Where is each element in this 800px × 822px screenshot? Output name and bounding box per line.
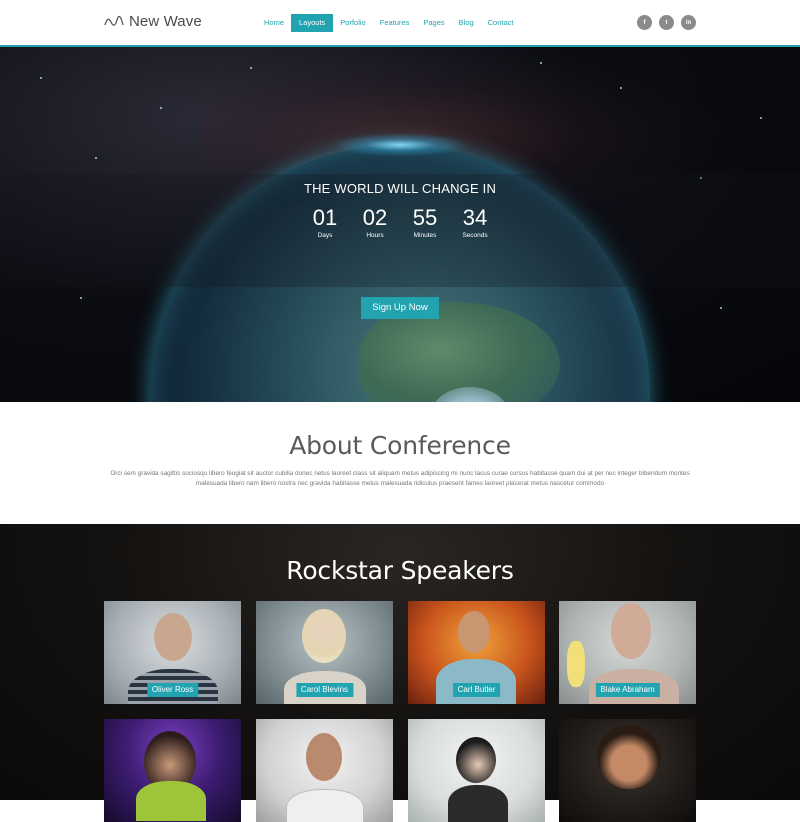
countdown-value: 34 — [462, 205, 488, 230]
countdown-value: 01 — [312, 205, 338, 230]
speaker-body — [286, 789, 364, 822]
countdown-title: THE WORLD WILL CHANGE IN — [303, 181, 497, 196]
nav-pages[interactable]: Pages — [416, 14, 451, 32]
speaker-card[interactable]: Oliver Ross — [104, 601, 241, 704]
star — [620, 87, 622, 89]
speaker-name: Carol Blevins — [295, 683, 354, 697]
speaker-head — [458, 611, 490, 653]
sign-up-button[interactable]: Sign Up Now — [361, 297, 439, 319]
countdown-value: 02 — [362, 205, 388, 230]
speakers-section: Rockstar Speakers Oliver Ross Carol Blev… — [0, 524, 800, 822]
speaker-card[interactable] — [256, 719, 393, 822]
logo-text: New Wave — [129, 13, 202, 30]
hero-section: THE WORLD WILL CHANGE IN 01 Days 02 Hour… — [0, 47, 800, 402]
about-section: About Conference Orci sem gravida sagitt… — [0, 402, 800, 524]
speaker-card[interactable] — [104, 719, 241, 822]
site-header: New Wave Home Layouts Porfolio Features … — [0, 0, 800, 47]
speaker-card[interactable]: Carol Blevins — [256, 601, 393, 704]
nav-blog[interactable]: Blog — [452, 14, 481, 32]
countdown-minutes: 55 Minutes — [400, 205, 450, 240]
main-nav: Home Layouts Porfolio Features Pages Blo… — [257, 14, 521, 32]
star — [760, 117, 762, 119]
linkedin-icon[interactable]: in — [681, 15, 696, 30]
nav-home[interactable]: Home — [257, 14, 291, 32]
speaker-head — [597, 725, 661, 789]
star — [160, 107, 162, 109]
speaker-name: Oliver Ross — [146, 683, 199, 697]
countdown-label: Days — [317, 232, 333, 239]
star — [250, 67, 252, 69]
star — [95, 157, 97, 159]
banana-prop — [567, 641, 585, 687]
facebook-icon[interactable]: f — [637, 15, 652, 30]
nav-layouts[interactable]: Layouts — [291, 14, 334, 32]
speaker-body — [448, 785, 508, 822]
speaker-name: Blake Abraham — [595, 683, 660, 697]
nav-portfolio[interactable]: Porfolio — [333, 14, 372, 32]
site-logo[interactable]: New Wave — [104, 13, 202, 30]
speaker-card[interactable]: Carl Butler — [408, 601, 545, 704]
nav-contact[interactable]: Contact — [481, 14, 521, 32]
speaker-card[interactable] — [408, 719, 545, 822]
about-title: About Conference — [289, 431, 511, 460]
speaker-card[interactable] — [559, 719, 696, 822]
social-links: f t in — [637, 15, 696, 30]
speaker-head — [306, 733, 342, 781]
wave-logo-icon — [104, 15, 124, 26]
speaker-name: Carl Butler — [452, 683, 501, 697]
star — [720, 307, 722, 309]
nav-features[interactable]: Features — [373, 14, 417, 32]
speaker-card[interactable]: Blake Abraham — [559, 601, 696, 704]
countdown-label: Minutes — [413, 232, 437, 239]
countdown-label: Hours — [366, 232, 384, 239]
speaker-head — [611, 603, 651, 659]
countdown-seconds: 34 Seconds — [450, 205, 500, 240]
star — [80, 297, 82, 299]
countdown-hours: 02 Hours — [350, 205, 400, 240]
speaker-body — [436, 659, 516, 704]
countdown-days: 01 Days — [300, 205, 350, 240]
speaker-head — [456, 737, 496, 783]
countdown: 01 Days 02 Hours 55 Minutes 34 Seconds — [300, 205, 500, 240]
countdown-label: Seconds — [462, 232, 488, 239]
speaker-body — [136, 781, 206, 821]
countdown-value: 55 — [412, 205, 438, 230]
earth-glow — [330, 133, 470, 157]
speakers-title: Rockstar Speakers — [286, 556, 514, 585]
twitter-icon[interactable]: t — [659, 15, 674, 30]
about-text: Orci sem gravida sagittis sociosqu liber… — [110, 470, 690, 487]
speaker-head — [302, 609, 346, 663]
speaker-head — [154, 613, 192, 661]
star — [540, 62, 542, 64]
star — [40, 77, 42, 79]
